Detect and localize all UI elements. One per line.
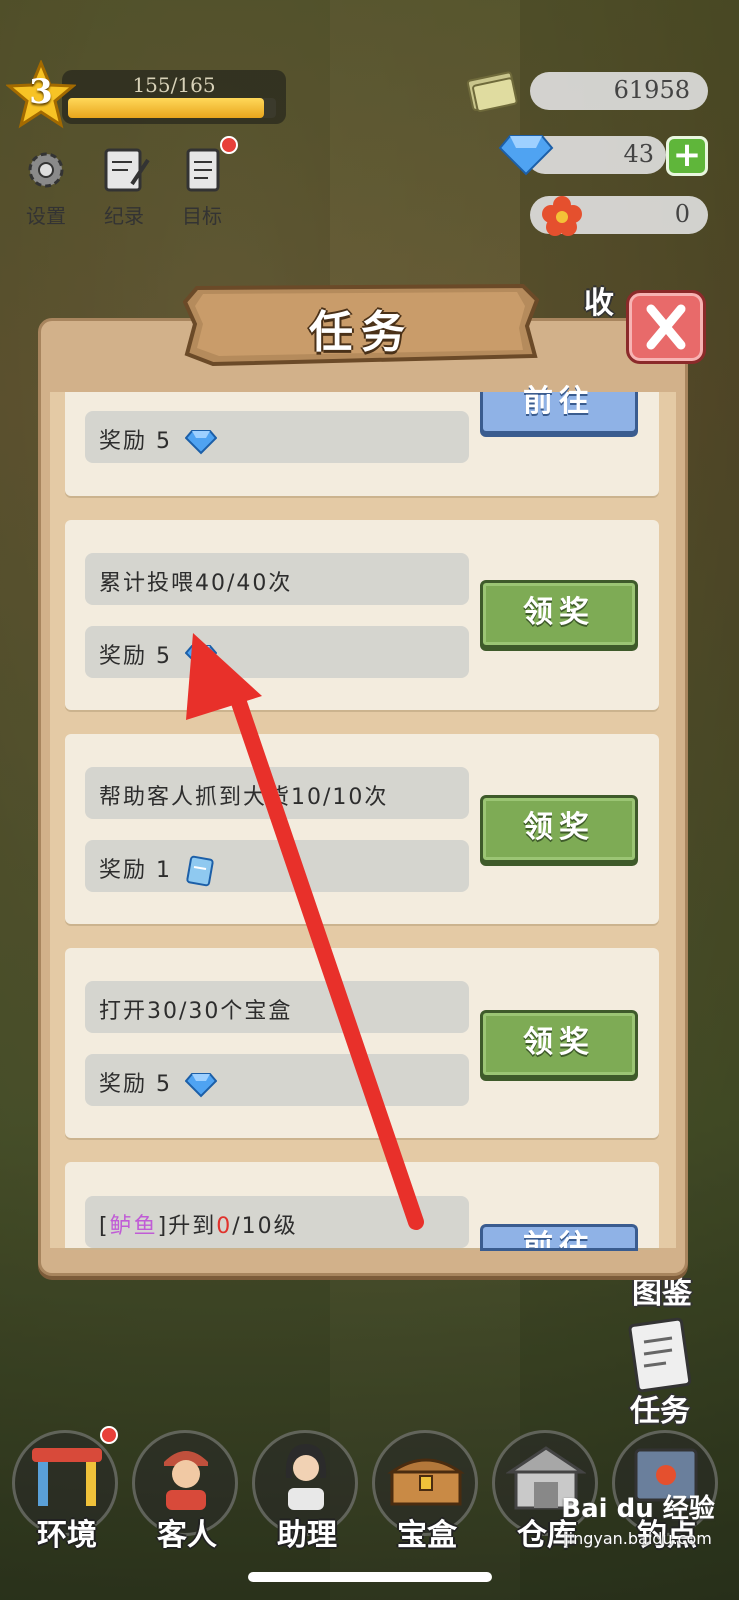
- nav-environment[interactable]: 环境: [12, 1418, 122, 1553]
- nav-guests[interactable]: 客人: [132, 1418, 242, 1553]
- treasure-chest-icon: [387, 1458, 465, 1506]
- nav-assistant[interactable]: 助理: [252, 1418, 362, 1553]
- nav-label: 宝盒: [397, 1518, 457, 1553]
- assistant-icon: [285, 1444, 327, 1510]
- home-indicator[interactable]: [248, 1572, 492, 1582]
- nav-label: 助理: [277, 1518, 337, 1553]
- guest-icon: [164, 1451, 208, 1510]
- baidu-watermark: Bai du 经验 jingyan.baidu.com: [548, 1488, 728, 1548]
- watermark-url: jingyan.baidu.com: [564, 1529, 712, 1548]
- gate-icon: [32, 1448, 102, 1506]
- nav-label: 环境: [37, 1518, 97, 1553]
- nav-label: 客人: [157, 1518, 217, 1553]
- annotation-arrow: [186, 633, 424, 1230]
- notification-dot: [100, 1426, 118, 1444]
- watermark-brand: Bai du 经验: [561, 1494, 715, 1524]
- nav-treasure[interactable]: 宝盒: [372, 1418, 482, 1553]
